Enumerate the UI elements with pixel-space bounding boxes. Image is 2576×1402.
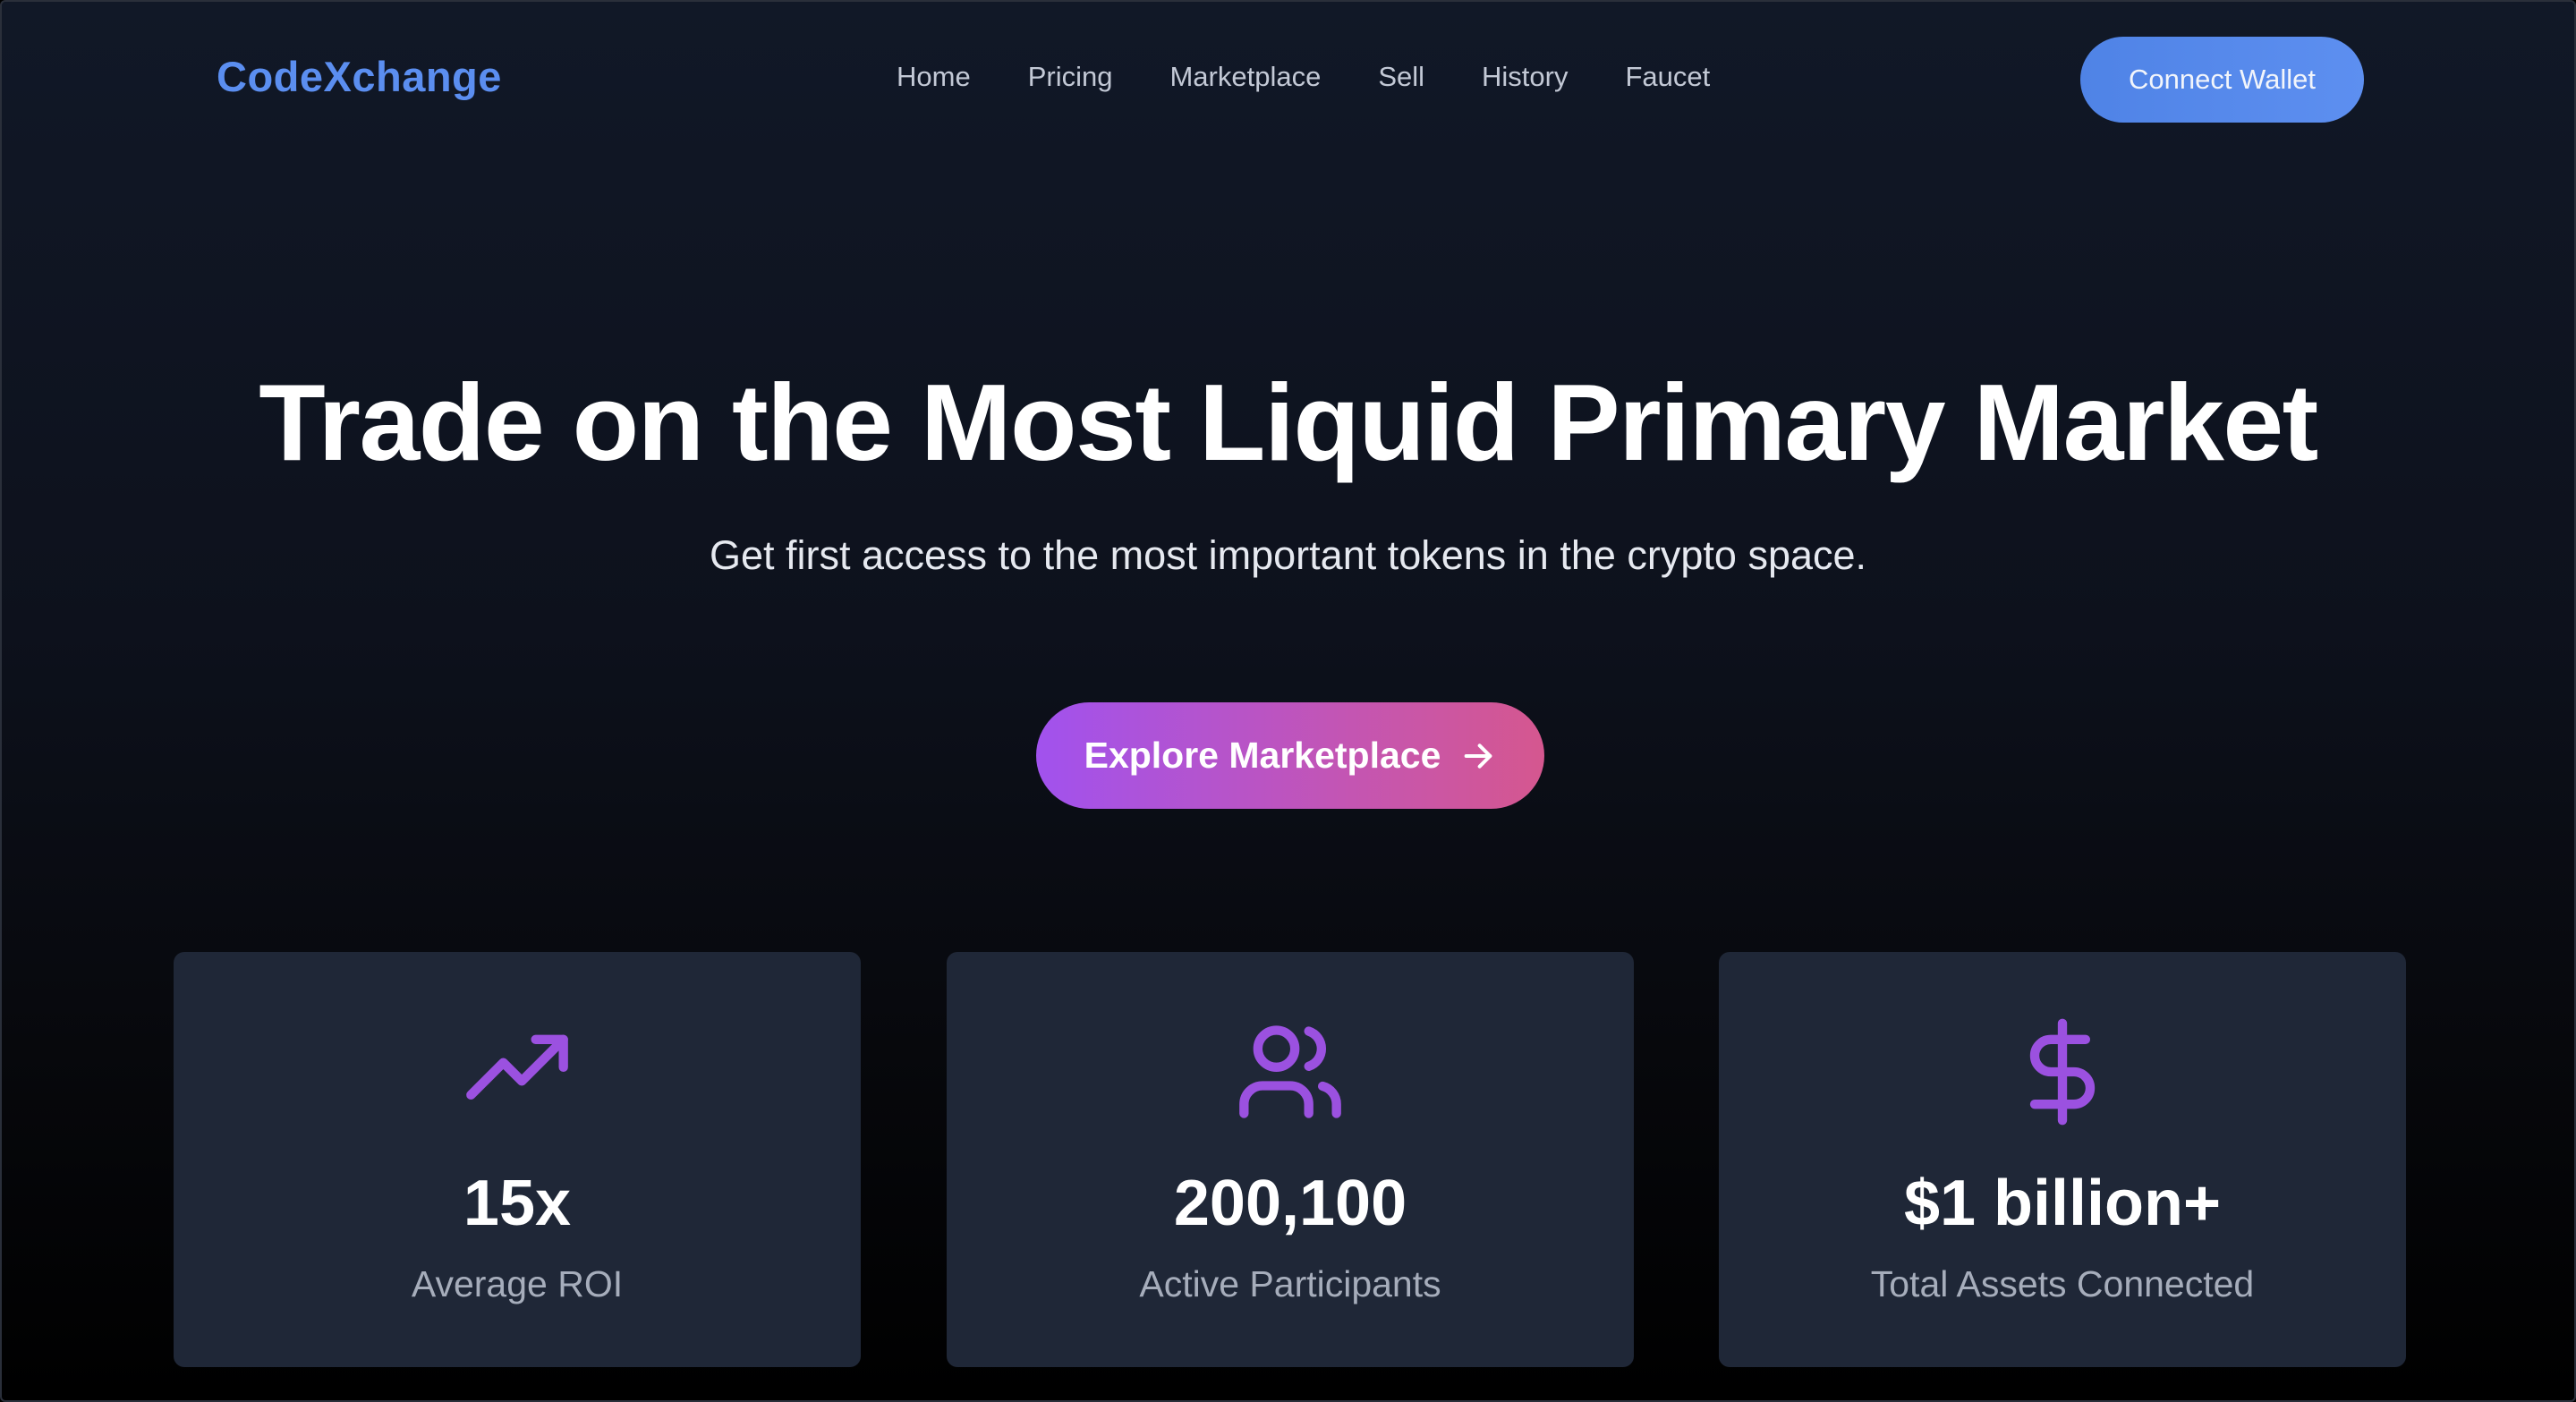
nav-link-pricing[interactable]: Pricing bbox=[1028, 61, 1113, 93]
stat-value: 200,100 bbox=[1173, 1168, 1407, 1239]
page: CodeXchange Home Pricing Marketplace Sel… bbox=[0, 0, 2576, 1402]
explore-marketplace-button[interactable]: Explore Marketplace bbox=[1036, 702, 1544, 809]
nav-link-home[interactable]: Home bbox=[897, 61, 971, 93]
stat-value: 15x bbox=[463, 1168, 572, 1239]
top-navbar: CodeXchange Home Pricing Marketplace Sel… bbox=[2, 2, 2574, 159]
explore-marketplace-label: Explore Marketplace bbox=[1084, 735, 1441, 776]
nav-link-history[interactable]: History bbox=[1482, 61, 1568, 93]
users-icon bbox=[1239, 1025, 1341, 1118]
stat-card-active-participants: 200,100 Active Participants bbox=[947, 952, 1634, 1367]
stat-label: Average ROI bbox=[411, 1263, 624, 1304]
main-nav: Home Pricing Marketplace Sell History Fa… bbox=[897, 61, 1767, 93]
nav-link-marketplace[interactable]: Marketplace bbox=[1169, 61, 1321, 93]
trending-up-icon bbox=[466, 1034, 568, 1100]
hero-subtitle: Get first access to the most important t… bbox=[709, 532, 1867, 578]
stat-card-total-assets: $1 billion+ Total Assets Connected bbox=[1719, 952, 2406, 1367]
connect-wallet-button[interactable]: Connect Wallet bbox=[2080, 37, 2364, 123]
stat-card-average-roi: 15x Average ROI bbox=[174, 952, 861, 1367]
dollar-sign-icon bbox=[2029, 1018, 2096, 1126]
stat-label: Total Assets Connected bbox=[1870, 1263, 2255, 1304]
nav-link-sell[interactable]: Sell bbox=[1378, 61, 1424, 93]
brand-logo[interactable]: CodeXchange bbox=[217, 52, 502, 101]
arrow-right-icon bbox=[1465, 743, 1492, 769]
stat-label: Active Participants bbox=[1139, 1263, 1441, 1304]
hero-title: Trade on the Most Liquid Primary Market bbox=[259, 361, 2318, 483]
nav-link-faucet[interactable]: Faucet bbox=[1625, 61, 1710, 93]
stat-value: $1 billion+ bbox=[1903, 1168, 2222, 1239]
